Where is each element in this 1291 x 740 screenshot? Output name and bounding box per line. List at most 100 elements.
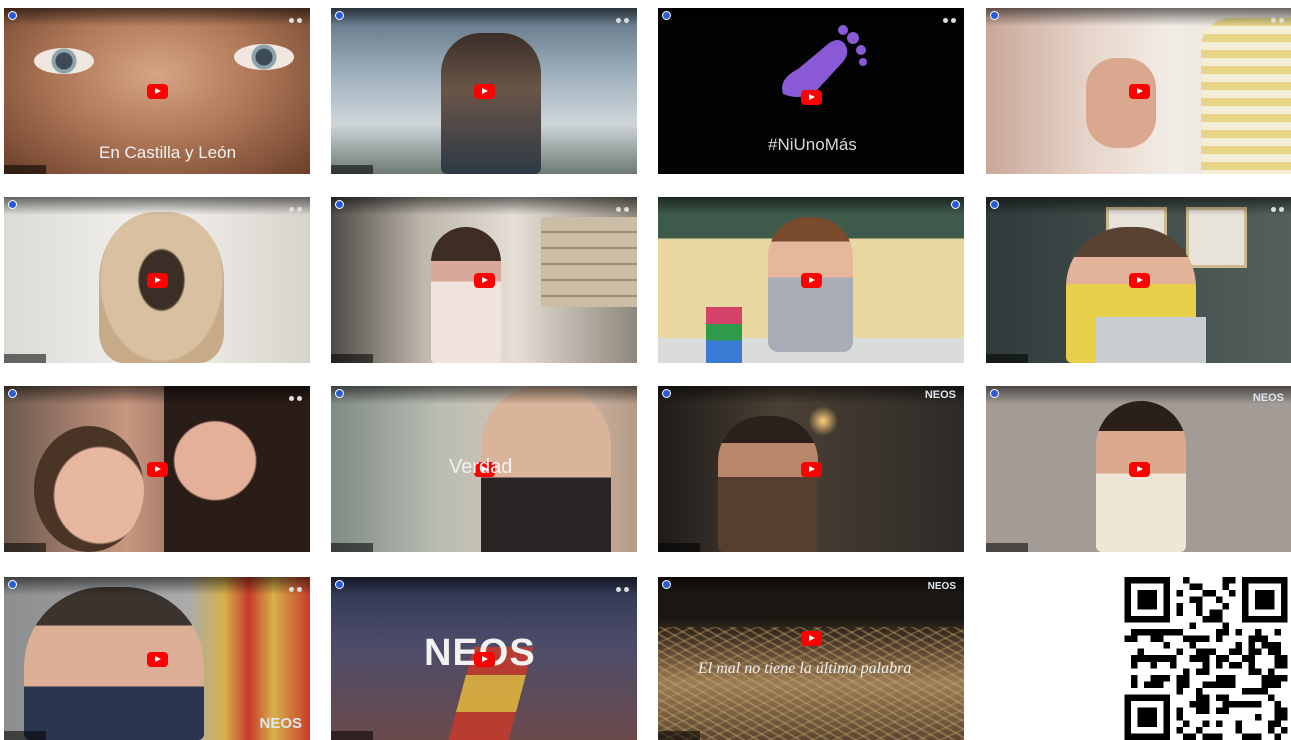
youtube-watch-bar[interactable] (4, 354, 46, 363)
eye-left (34, 48, 94, 74)
youtube-watch-bar[interactable] (986, 543, 1028, 552)
laptop (1096, 317, 1206, 363)
channel-avatar-icon[interactable] (662, 11, 671, 20)
share-icon[interactable] (286, 10, 304, 23)
video-thumbnail-1[interactable]: En Castilla y León (4, 8, 310, 174)
youtube-watch-bar[interactable] (331, 165, 373, 174)
youtube-watch-bar[interactable] (331, 354, 373, 363)
video-thumbnail-8[interactable] (986, 197, 1291, 363)
video-thumbnail-14[interactable]: NEOS (331, 577, 637, 740)
video-thumbnail-9[interactable] (4, 386, 310, 552)
video-top-bar (658, 197, 964, 215)
channel-avatar-icon[interactable] (662, 580, 671, 589)
channel-avatar-icon[interactable] (8, 580, 17, 589)
channel-avatar-icon[interactable] (951, 200, 960, 209)
video-top-bar (986, 197, 1291, 215)
video-thumbnail-7[interactable] (658, 197, 964, 363)
video-thumbnail-4[interactable] (986, 8, 1291, 174)
video-thumbnail-5[interactable] (4, 197, 310, 363)
couple-figure (441, 33, 541, 174)
youtube-play-icon[interactable] (474, 273, 495, 288)
channel-avatar-icon[interactable] (8, 11, 17, 20)
youtube-play-icon[interactable] (1129, 84, 1150, 99)
youtube-play-icon[interactable] (801, 462, 822, 477)
channel-avatar-icon[interactable] (335, 11, 344, 20)
youtube-watch-bar[interactable] (331, 731, 373, 740)
youtube-play-icon[interactable] (1129, 462, 1150, 477)
child-face (34, 426, 144, 552)
child-figure (1201, 18, 1291, 174)
share-icon[interactable] (286, 388, 304, 401)
channel-avatar-icon[interactable] (335, 200, 344, 209)
woman-figure (431, 227, 501, 363)
video-top-bar (4, 386, 310, 404)
youtube-play-icon[interactable] (147, 84, 168, 99)
video-top-bar (4, 197, 310, 215)
eye-right (234, 44, 294, 70)
share-icon[interactable] (286, 579, 304, 592)
video-thumbnail-10[interactable]: Verdad (331, 386, 637, 552)
channel-avatar-icon[interactable] (990, 11, 999, 20)
share-icon[interactable] (613, 199, 631, 212)
qr-code-icon[interactable] (1123, 577, 1289, 740)
youtube-play-icon[interactable] (801, 273, 822, 288)
video-top-bar (331, 8, 637, 26)
video-top-bar (4, 577, 310, 595)
video-thumbnail-3[interactable]: #NiUnoMás (658, 8, 964, 174)
video-top-bar (986, 8, 1291, 26)
youtube-watch-bar[interactable] (986, 354, 1028, 363)
channel-avatar-icon[interactable] (335, 389, 344, 398)
youtube-play-icon[interactable] (147, 273, 168, 288)
video-thumbnail-15[interactable]: NEOS El mal no tiene la última palabra (658, 577, 964, 740)
neos-logo: NEOS (927, 581, 956, 592)
channel-avatar-icon[interactable] (990, 389, 999, 398)
share-icon[interactable] (613, 10, 631, 23)
video-top-bar (658, 386, 964, 404)
video-thumbnail-6[interactable] (331, 197, 637, 363)
channel-avatar-icon[interactable] (8, 200, 17, 209)
share-icon[interactable] (613, 579, 631, 592)
youtube-play-icon[interactable] (147, 462, 168, 477)
video-top-bar (4, 8, 310, 26)
youtube-watch-bar[interactable] (658, 543, 700, 552)
channel-avatar-icon[interactable] (662, 389, 671, 398)
video-top-bar (331, 197, 637, 215)
video-top-bar (331, 577, 637, 595)
pencil-cup (706, 307, 742, 363)
youtube-play-icon[interactable] (474, 84, 495, 99)
video-top-bar (658, 577, 964, 595)
video-thumbnail-13[interactable]: NEOS (4, 577, 310, 740)
youtube-play-icon[interactable] (474, 651, 495, 667)
youtube-play-icon[interactable] (1129, 273, 1150, 288)
youtube-watch-bar[interactable] (4, 543, 46, 552)
youtube-watch-bar[interactable] (658, 731, 700, 740)
lamp-glow (808, 406, 838, 436)
video-thumbnail-12[interactable]: NEOS (986, 386, 1291, 552)
video-top-bar (986, 386, 1291, 404)
channel-avatar-icon[interactable] (335, 580, 344, 589)
neos-logo: NEOS (1252, 392, 1284, 404)
share-icon[interactable] (1268, 199, 1286, 212)
video-caption: El mal no tiene la última palabra (698, 660, 912, 677)
shelf (541, 217, 637, 307)
footprint-graphic (782, 25, 867, 98)
channel-avatar-icon[interactable] (990, 200, 999, 209)
video-thumbnail-11[interactable]: NEOS (658, 386, 964, 552)
neos-logo: NEOS (924, 389, 956, 401)
youtube-watch-bar[interactable] (4, 165, 46, 174)
youtube-watch-bar[interactable] (4, 731, 46, 740)
share-icon[interactable] (940, 10, 958, 23)
man-figure (24, 587, 204, 740)
share-icon[interactable] (1268, 10, 1286, 23)
mother-face (164, 386, 310, 552)
man-figure (718, 416, 818, 552)
video-caption: #NiUnoMás (768, 135, 857, 154)
youtube-play-icon[interactable] (801, 630, 822, 646)
youtube-play-icon[interactable] (801, 90, 822, 105)
video-caption: Verdad (449, 456, 513, 478)
youtube-play-icon[interactable] (147, 651, 168, 667)
share-icon[interactable] (286, 199, 304, 212)
channel-avatar-icon[interactable] (8, 389, 17, 398)
video-thumbnail-2[interactable] (331, 8, 637, 174)
youtube-watch-bar[interactable] (331, 543, 373, 552)
